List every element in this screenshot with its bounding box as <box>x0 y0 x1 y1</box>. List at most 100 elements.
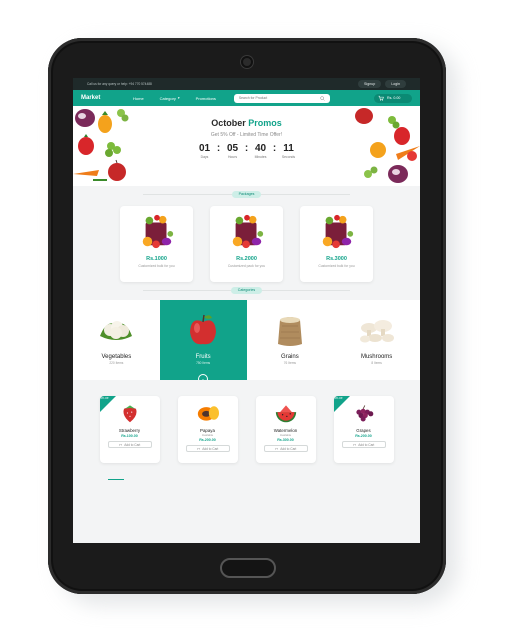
scroll-indicator <box>108 478 124 480</box>
home-button[interactable] <box>220 558 276 578</box>
search-input[interactable] <box>238 96 320 100</box>
countdown-label: Seconds <box>281 155 296 159</box>
product-price: Rs.200.00 <box>355 434 372 438</box>
promo-banner: October Promos Get 5% Off - Limited Time… <box>73 106 420 186</box>
product-card[interactable]: Watermelon Available Rs.300.00 Add to Ca… <box>255 396 316 463</box>
product-card[interactable]: 5% Off Strawberry Rs.100.00 Add to Cart <box>99 396 160 463</box>
category-count: 220 Items <box>109 361 124 365</box>
contact-info: Call us for any query or help: +94 770 5… <box>87 82 152 86</box>
promo-title-start: October <box>211 118 249 128</box>
nav-promotions[interactable]: Promotions <box>196 96 216 101</box>
countdown-value: 01 <box>198 143 211 154</box>
package-description: Customized bulk for you <box>138 264 175 268</box>
packages-row: Rs.1000 Customized bulk for you Rs.2000 … <box>73 202 420 282</box>
bag-icon <box>119 443 122 447</box>
categories-row: Vegetables 220 Items Fruits 750 Items ▪ <box>73 300 420 384</box>
nav-home[interactable]: Home <box>133 96 144 101</box>
package-bag-icon <box>142 214 173 249</box>
chevron-down-icon: ▾ <box>177 96 180 100</box>
signup-button[interactable]: Signup <box>358 80 382 88</box>
cauliflower-icon <box>100 321 133 340</box>
countdown-minutes: 40 Minutes <box>250 143 272 159</box>
add-to-cart-button[interactable]: Add to Cart <box>341 441 386 448</box>
category-name: Grains <box>281 354 299 360</box>
search-box <box>233 93 330 103</box>
countdown-hours: 05 Hours <box>222 143 244 159</box>
add-to-cart-label: Add to Cart <box>124 442 141 447</box>
package-card[interactable]: Rs.2000 Customized pack for you <box>210 206 283 282</box>
login-button[interactable]: Login <box>385 80 406 88</box>
category-grains[interactable]: Grains 76 Items <box>246 300 334 380</box>
apple-icon <box>190 314 217 345</box>
search-icon[interactable] <box>320 95 325 101</box>
package-bag-icon <box>322 214 353 249</box>
tablet-frame: Call us for any query or help: +94 770 5… <box>48 38 446 594</box>
package-description: Customized pack for you <box>227 264 266 268</box>
product-name: Grapes <box>356 428 371 433</box>
category-count: 750 Items <box>196 361 211 365</box>
category-name: Mushrooms <box>360 354 393 360</box>
package-price: Rs.1000 <box>146 256 167 262</box>
brand-logo[interactable]: Market <box>81 95 133 101</box>
package-card[interactable]: Rs.1000 Customized bulk for you <box>120 206 193 282</box>
product-card[interactable]: 5% Off Grapes Rs.200.00 Add to Cart <box>333 396 394 463</box>
grain-sack-icon <box>277 317 302 346</box>
packages-label: Packages <box>231 190 262 198</box>
add-to-cart-label: Add to Cart <box>280 446 297 451</box>
product-price: Rs.200.00 <box>199 438 216 442</box>
add-to-cart-button[interactable]: Add to Cart <box>185 445 230 452</box>
cart-icon <box>378 95 384 101</box>
category-count: 76 Items <box>283 361 296 365</box>
category-mushrooms[interactable]: Mushrooms 8 Items <box>333 300 420 380</box>
countdown-label: Hours <box>227 155 238 159</box>
package-bag-icon <box>232 214 263 249</box>
watermelon-icon <box>275 405 296 423</box>
packages-section-header: Packages <box>73 186 420 202</box>
mushroom-icon <box>359 320 394 343</box>
screen: Call us for any query or help: +94 770 5… <box>73 78 420 543</box>
products-row: 5% Off Strawberry Rs.100.00 Add to Cart <box>73 380 420 490</box>
discount-ribbon-text: 5% Off <box>334 397 343 400</box>
add-to-cart-label: Add to Cart <box>358 442 375 447</box>
product-availability: Available <box>279 433 292 437</box>
product-name: Strawberry <box>118 428 141 433</box>
countdown-value: 11 <box>283 143 294 154</box>
vegetables-left-illustration <box>73 109 129 181</box>
main-nav: Market Home Category ▾ Promotions Rs. 0.… <box>73 90 420 106</box>
categories-section-header: Categories <box>73 282 420 298</box>
promo-title-accent: Promos <box>248 118 282 128</box>
countdown-label: Minutes <box>254 155 267 159</box>
category-fruits[interactable]: Fruits 750 Items ▪ <box>159 300 247 384</box>
bag-icon <box>353 443 356 447</box>
cart-total: Rs. 0.00 <box>387 96 401 100</box>
category-count: 8 Items <box>371 361 382 365</box>
papaya-icon <box>197 406 219 421</box>
category-name: Fruits <box>195 354 211 360</box>
bag-icon <box>197 447 200 451</box>
product-price: Rs.300.00 <box>277 438 294 442</box>
countdown-seconds: 11 Seconds <box>278 143 300 159</box>
add-to-cart-button[interactable]: Add to Cart <box>107 441 152 448</box>
add-to-cart-button[interactable]: Add to Cart <box>263 445 308 452</box>
discount-ribbon-text: 5% Off <box>100 397 109 400</box>
product-availability: Available <box>201 433 214 437</box>
nav-category[interactable]: Category ▾ <box>160 96 180 101</box>
package-price: Rs.2000 <box>236 256 257 262</box>
cart-button[interactable]: Rs. 0.00 <box>374 93 412 103</box>
countdown-value: 40 <box>254 143 267 154</box>
category-vegetables[interactable]: Vegetables 220 Items <box>73 300 160 380</box>
camera-icon <box>241 56 253 68</box>
package-card[interactable]: Rs.3000 Customized bulk for you <box>300 206 373 282</box>
grapes-icon <box>355 405 373 422</box>
product-price: Rs.100.00 <box>121 434 138 438</box>
strawberry-icon <box>122 405 137 423</box>
vegetables-right-illustration <box>355 108 420 183</box>
category-name: Vegetables <box>101 354 132 360</box>
bag-icon <box>275 447 278 451</box>
top-bar: Call us for any query or help: +94 770 5… <box>73 78 420 90</box>
countdown-value: 05 <box>226 143 239 154</box>
product-card[interactable]: Papaya Available Rs.200.00 Add to Cart <box>177 396 238 463</box>
countdown-days: 01 Days <box>194 143 216 159</box>
nav-category-label: Category <box>159 95 176 101</box>
add-to-cart-label: Add to Cart <box>202 446 219 451</box>
